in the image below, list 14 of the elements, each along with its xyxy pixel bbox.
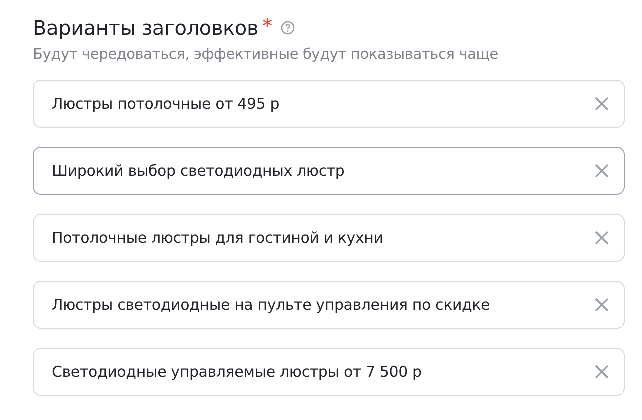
help-icon[interactable] — [280, 21, 295, 35]
clear-button[interactable] — [593, 162, 611, 180]
required-mark: * — [262, 14, 273, 38]
clear-button[interactable] — [593, 296, 611, 314]
headline-field[interactable]: Широкий выбор светодиодных люстр — [33, 147, 625, 195]
headline-field[interactable]: Люстры потолочные от 495 р — [33, 80, 625, 128]
headline-field[interactable]: Потолочные люстры для гостиной и кухни — [33, 214, 625, 262]
headline-field[interactable]: Люстры светодиодные на пульте управления по скидке — [33, 281, 625, 329]
clear-button[interactable] — [593, 95, 611, 113]
section-title: Варианты заголовков — [33, 16, 259, 40]
clear-button[interactable] — [593, 229, 611, 247]
clear-button[interactable] — [593, 363, 611, 381]
headline-field[interactable]: Светодиодные управляемые люстры от 7 500 р — [33, 348, 625, 396]
section-hint: Будут чередоваться, эффективные будут показываться чаще — [33, 47, 500, 63]
